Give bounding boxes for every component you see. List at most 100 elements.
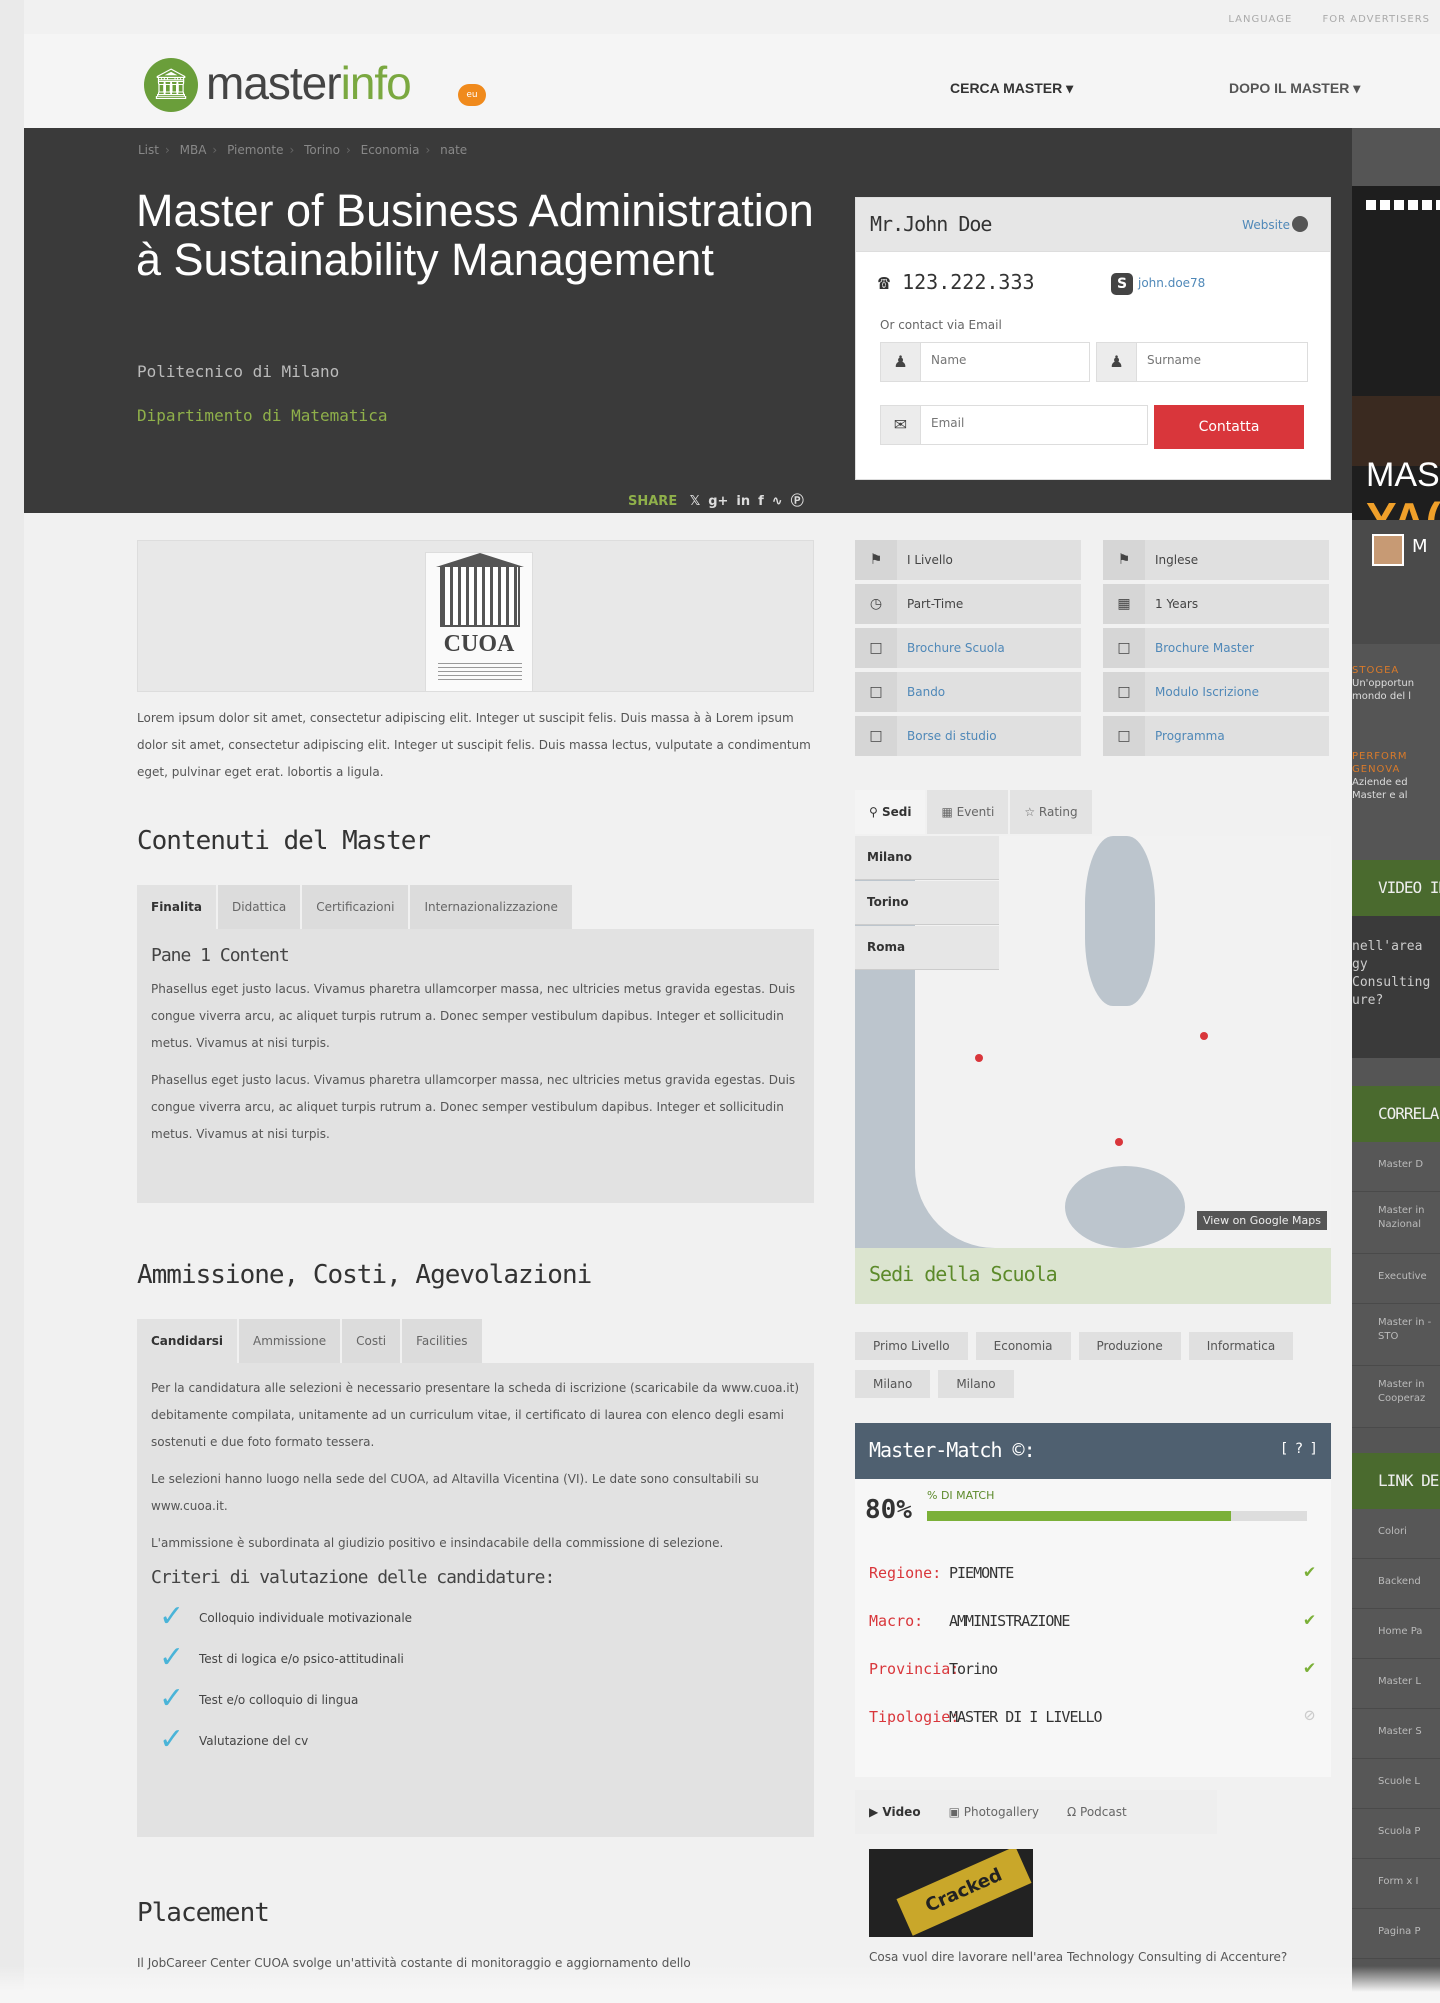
sidebar-link[interactable]: Pagina P — [1352, 1909, 1440, 1959]
tag[interactable]: Primo Livello — [855, 1332, 968, 1360]
tab-eventi[interactable]: ▦ Eventi — [927, 790, 1009, 834]
sidebar-promo[interactable]: PERFORM GENOVA Aziende ed Master e al — [1352, 750, 1440, 802]
rss-icon[interactable]: ∿ — [772, 494, 783, 509]
nav-dopo-il-master[interactable]: DOPO IL MASTER ▾ — [1229, 80, 1360, 97]
promo-label: PERFORM GENOVA — [1352, 751, 1408, 775]
tab-rating[interactable]: ☆ Rating — [1010, 790, 1092, 834]
promo-text: Aziende ed Master e al — [1352, 777, 1408, 801]
contatta-button[interactable]: Contatta — [1154, 405, 1304, 449]
name-input[interactable] — [931, 353, 1051, 367]
checkmark-icon: ✓ — [159, 1599, 185, 1634]
info-link[interactable]: Programma — [1155, 729, 1225, 743]
city-torino[interactable]: Torino — [855, 881, 999, 925]
ammissione-heading: Ammissione, Costi, Agevolazioni — [137, 1260, 592, 1290]
google-plus-icon[interactable]: g+ — [708, 494, 728, 509]
help-link[interactable]: [ ? ] — [1280, 1441, 1318, 1457]
info-row[interactable]: □ Borse di studio — [855, 716, 1081, 758]
info-link[interactable]: Bando — [907, 685, 945, 699]
info-link[interactable]: Brochure Scuola — [907, 641, 1005, 655]
site-logo[interactable]: masterinfo — [206, 56, 412, 110]
info-label: I Livello — [907, 553, 953, 567]
sidebar-promo[interactable]: STOGEA Un'opportun mondo del l — [1352, 664, 1440, 703]
info-link[interactable]: Borse di studio — [907, 729, 997, 743]
info-link[interactable]: Brochure Master — [1155, 641, 1254, 655]
linkedin-icon[interactable]: in — [736, 494, 750, 509]
sidebar-item[interactable]: Master D — [1352, 1142, 1440, 1192]
tab-video[interactable]: ▶ Video — [855, 1790, 935, 1834]
university-building-icon[interactable]: 🏛 — [144, 58, 198, 112]
sidebar-link[interactable]: Colori — [1352, 1509, 1440, 1559]
sidebar-link[interactable]: Scuola P — [1352, 1809, 1440, 1859]
sidebar-profile[interactable]: M — [1352, 520, 1440, 644]
list-item: ✓ Colloquio individuale motivazionale — [151, 1598, 800, 1639]
sidebar-link-header: LINK DE — [1352, 1453, 1440, 1509]
skype-icon[interactable]: S — [1111, 273, 1133, 295]
tab-internazionalizzazione[interactable]: Internazionalizzazione — [410, 885, 572, 929]
sidebar-link[interactable]: Master L — [1352, 1659, 1440, 1709]
sidebar-item[interactable]: Master in Cooperaz — [1352, 1366, 1440, 1428]
sidebar-item[interactable]: Master in - STO — [1352, 1304, 1440, 1366]
sidebar-item[interactable]: Executive — [1352, 1254, 1440, 1304]
language-link[interactable]: LANGUAGE — [1228, 14, 1292, 25]
department-name[interactable]: Dipartimento di Matematica — [137, 406, 387, 425]
breadcrumb-item[interactable]: List — [138, 143, 159, 157]
video-thumbnail[interactable]: Cracked — [869, 1849, 1033, 1937]
info-row[interactable]: □ Brochure Scuola — [855, 628, 1081, 670]
map-marker[interactable] — [1115, 1138, 1123, 1146]
sidebar-item[interactable]: Master in Nazional — [1352, 1192, 1440, 1254]
bottom-fade — [0, 1966, 1440, 2003]
tab-didattica[interactable]: Didattica — [218, 885, 301, 929]
breadcrumb-item[interactable]: Torino — [304, 143, 340, 157]
email-field[interactable]: ✉ — [880, 405, 1148, 445]
sidebar-link[interactable]: Form x I — [1352, 1859, 1440, 1909]
tag[interactable]: Informatica — [1188, 1332, 1294, 1360]
surname-input[interactable] — [1147, 353, 1267, 367]
map-marker[interactable] — [975, 1054, 983, 1062]
document-icon: □ — [855, 672, 897, 712]
sidebar-link[interactable]: Master S — [1352, 1709, 1440, 1759]
pinterest-icon[interactable]: Ⓟ — [791, 494, 804, 509]
tag[interactable]: Milano — [938, 1370, 1014, 1398]
tab-costi[interactable]: Costi — [342, 1319, 401, 1363]
breadcrumb-item[interactable]: MBA — [180, 143, 207, 157]
skype-handle[interactable]: john.doe78 — [1138, 276, 1205, 290]
tag[interactable]: Produzione — [1078, 1332, 1181, 1360]
email-input[interactable] — [931, 416, 1051, 430]
twitter-icon[interactable]: 𝕏 — [690, 494, 700, 509]
info-row[interactable]: □ Modulo Iscrizione — [1103, 672, 1329, 714]
tab-photogallery[interactable]: ▣ Photogallery — [935, 1790, 1053, 1834]
info-row[interactable]: □ Brochure Master — [1103, 628, 1329, 670]
google-maps-link[interactable]: View on Google Maps — [1196, 1211, 1327, 1230]
advertisers-link[interactable]: FOR ADVERTISERS — [1322, 14, 1430, 25]
city-milano[interactable]: Milano — [855, 836, 999, 880]
breadcrumb-item[interactable]: Piemonte — [227, 143, 283, 157]
tab-sedi[interactable]: ⚲ Sedi — [855, 790, 926, 834]
breadcrumb-item[interactable]: Economia — [361, 143, 420, 157]
location-map[interactable]: Milano Torino Roma View on Google Maps — [855, 836, 1331, 1248]
tab-facilities[interactable]: Facilities — [402, 1319, 482, 1363]
info-row[interactable]: □ Programma — [1103, 716, 1329, 758]
tab-candidarsi[interactable]: Candidarsi — [137, 1319, 238, 1363]
match-key: Tipologie: — [869, 1708, 960, 1726]
tab-podcast[interactable]: Ω Podcast — [1053, 1790, 1141, 1834]
map-marker[interactable] — [1200, 1032, 1208, 1040]
nav-cerca-master[interactable]: CERCA MASTER ▾ — [950, 80, 1073, 97]
tab-certificazioni[interactable]: Certificazioni — [302, 885, 409, 929]
info-row[interactable]: □ Bando — [855, 672, 1081, 714]
website-link[interactable]: Website — [1242, 218, 1290, 232]
tab-finalita[interactable]: Finalita — [137, 885, 217, 929]
info-link[interactable]: Modulo Iscrizione — [1155, 685, 1259, 699]
tab-ammissione[interactable]: Ammissione — [239, 1319, 341, 1363]
globe-icon[interactable] — [1292, 216, 1308, 232]
city-roma[interactable]: Roma — [855, 926, 999, 970]
surname-field[interactable]: ♟ — [1096, 342, 1308, 382]
facebook-icon[interactable]: f — [758, 494, 764, 509]
tag[interactable]: Economia — [975, 1332, 1071, 1360]
name-field[interactable]: ♟ — [880, 342, 1090, 382]
sidebar-link[interactable]: Home Pa — [1352, 1609, 1440, 1659]
sidebar-link[interactable]: Scuole L — [1352, 1759, 1440, 1809]
sidebar-video[interactable]: nell'area gy Consulting ure? — [1352, 916, 1440, 1058]
sidebar-link[interactable]: Backend — [1352, 1559, 1440, 1609]
school-name[interactable]: Politecnico di Milano — [137, 362, 339, 381]
tag[interactable]: Milano — [855, 1370, 931, 1398]
